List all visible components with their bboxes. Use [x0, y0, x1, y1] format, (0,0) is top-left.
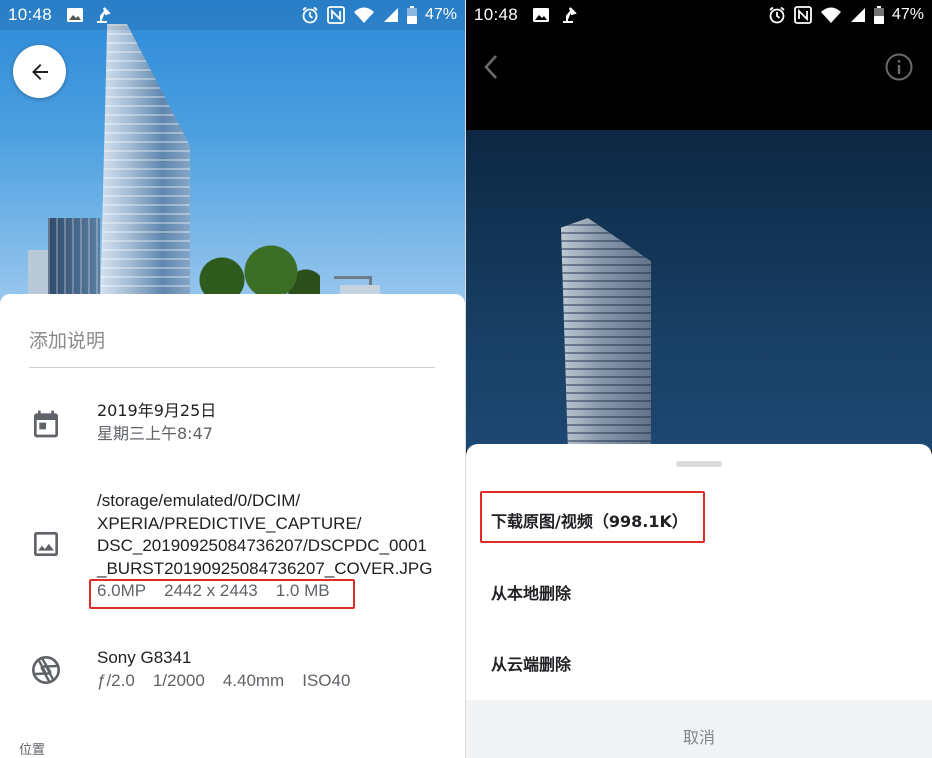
status-bar: 10:48 47% — [0, 0, 465, 30]
status-bar: 10:48 47% — [466, 0, 932, 30]
lamp-icon — [97, 7, 111, 23]
aperture-icon — [32, 656, 60, 684]
location-section-label: 位置 — [19, 743, 46, 758]
nfc-icon — [794, 6, 812, 24]
highlight-annotation — [89, 579, 355, 609]
file-path-line: XPERIA/PREDICTIVE_CAPTURE/ — [97, 513, 362, 533]
iso-value: ISO40 — [302, 670, 351, 690]
photo-actions-screen: 10:48 47% 下载原图/视频（998.1K） 从本地删除 从云端删除 取消 — [466, 0, 932, 758]
battery-percent: 47% — [424, 6, 457, 23]
battery-icon — [406, 6, 417, 24]
viewer-toolbar — [466, 30, 932, 130]
photo-view[interactable] — [466, 130, 932, 450]
file-path-line: DSC_20190925084736207/DSCPDC_0001 — [97, 536, 427, 555]
file-path-line: _BURST20190925084736207_COVER.JPG — [97, 558, 433, 578]
status-time: 10:48 — [8, 5, 53, 24]
shutter-speed: 1/2000 — [152, 670, 205, 690]
alarm-icon — [302, 6, 318, 24]
wifi-icon — [353, 7, 374, 23]
exif-info: ƒ/2.0 1/2000 4.40mm ISO40 — [97, 670, 350, 693]
photo-date: 2019年9月25日 — [97, 401, 217, 420]
photo-details-screen: 10:48 47% 添加说明 2019年9月25日 星期三上午8:47 /sto… — [0, 0, 465, 758]
calendar-icon — [34, 410, 58, 438]
action-bottom-sheet: 下载原图/视频（998.1K） 从本地删除 从云端删除 取消 — [466, 444, 932, 758]
image-icon — [533, 8, 550, 22]
chevron-left-icon[interactable] — [480, 52, 502, 82]
signal-icon — [383, 8, 398, 22]
battery-percent: 47% — [891, 6, 924, 23]
details-sheet: 添加说明 2019年9月25日 星期三上午8:47 /storage/emula… — [0, 294, 465, 758]
aperture-value: ƒ/2.0 — [97, 670, 135, 690]
skyscraper — [100, 24, 190, 310]
focal-length: 4.40mm — [222, 670, 285, 690]
battery-icon — [873, 6, 884, 24]
wifi-icon — [820, 7, 841, 23]
lamp-icon — [563, 7, 577, 23]
cancel-button[interactable]: 取消 — [466, 700, 932, 758]
status-time: 10:48 — [474, 5, 519, 24]
back-button[interactable] — [13, 45, 66, 98]
alarm-icon — [769, 6, 785, 24]
arrow-back-icon — [31, 63, 48, 80]
cancel-label: 取消 — [682, 728, 715, 747]
skyscraper — [561, 218, 651, 450]
caption-input[interactable]: 添加说明 — [29, 326, 435, 368]
photo-preview[interactable] — [0, 0, 465, 310]
street-lamp — [334, 276, 372, 310]
file-path-line: /storage/emulated/0/DCIM/ — [97, 491, 301, 510]
photo-time: 星期三上午8:47 — [97, 423, 213, 443]
signal-icon — [850, 8, 865, 22]
drag-handle[interactable] — [676, 461, 722, 467]
image-icon — [34, 532, 58, 556]
delete-cloud-button[interactable]: 从云端删除 — [491, 651, 571, 675]
highlight-annotation — [480, 491, 705, 543]
image-icon — [67, 8, 84, 22]
info-icon[interactable] — [884, 52, 914, 82]
delete-local-button[interactable]: 从本地删除 — [491, 580, 571, 604]
camera-model: Sony G8341 — [97, 648, 192, 667]
nfc-icon — [327, 6, 345, 24]
